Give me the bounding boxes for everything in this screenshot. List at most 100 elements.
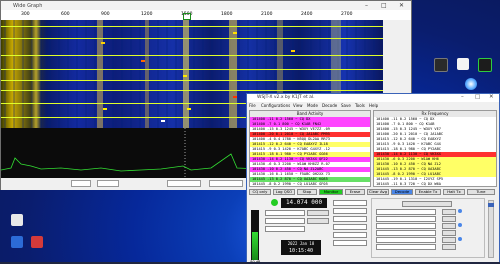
tx-indicator [458, 209, 462, 213]
tx6-field[interactable] [376, 244, 436, 250]
tx4-button[interactable] [442, 230, 456, 236]
signal-blip [187, 108, 191, 110]
tx3-field[interactable] [376, 223, 436, 229]
maximize-icon[interactable]: □ [381, 2, 387, 9]
minimize-icon[interactable]: – [365, 2, 368, 9]
tx-indicator [458, 223, 462, 227]
decode-list: 101400 -11 0.2 1560 ~ CQ DX 101400 -7 0.1… [374, 117, 496, 186]
lookup-button[interactable] [307, 210, 329, 216]
menu-help[interactable]: Help [369, 103, 378, 108]
maximize-icon[interactable]: □ [475, 94, 480, 100]
desktop-icon-7[interactable] [28, 236, 46, 248]
tx-freq-spinbox[interactable] [333, 208, 367, 214]
stop-button[interactable]: Stop [297, 189, 317, 195]
signal-trace [229, 20, 237, 128]
period-divider [1, 55, 383, 56]
menu-configurations[interactable]: Configurations [261, 103, 290, 108]
auto-seq-checkbox[interactable] [333, 240, 367, 246]
cq-only-button[interactable]: CQ only [249, 189, 271, 195]
dx-grid-input[interactable] [265, 226, 305, 232]
minimize-icon[interactable]: – [461, 94, 464, 100]
signal-blip [233, 96, 237, 98]
tx2-field[interactable] [376, 216, 436, 222]
desktop-icon-5[interactable] [8, 214, 26, 226]
tune-button[interactable]: Tune [467, 189, 495, 195]
tx5-button[interactable] [442, 237, 456, 243]
signal-blip [101, 42, 105, 44]
desktop-icon-2[interactable] [454, 58, 472, 70]
power-indicator [271, 199, 278, 206]
menu-save[interactable]: Save [341, 103, 351, 108]
window-titlebar: WSJT-X v2.x by K1JT et al. – □ ✕ [247, 94, 499, 102]
period-divider [1, 26, 383, 27]
decode-list: 101400 -11 0.2 1560 ~ CQ DX 101400 -7 0.1… [250, 117, 370, 186]
menu-decode[interactable]: Decode [322, 103, 337, 108]
rx-freq-spinbox[interactable] [333, 216, 367, 222]
clear-avg-button[interactable]: Clear Avg [367, 189, 389, 195]
slider-handle[interactable] [488, 203, 494, 207]
signal-blip [161, 120, 165, 122]
desktop-icon-4[interactable] [462, 78, 480, 90]
menu-view[interactable]: View [293, 103, 303, 108]
rx-marker [183, 13, 191, 20]
window-title: WSJT-X v2.x by K1JT et al. [257, 95, 315, 100]
tx-messages-panel [371, 198, 485, 258]
app-icon [478, 58, 492, 72]
signal-blip [183, 75, 187, 77]
tx1-field[interactable] [376, 209, 436, 215]
period-divider [1, 69, 383, 70]
report-spinbox[interactable] [333, 224, 367, 230]
signal-trace [183, 20, 189, 128]
bins-spinbox[interactable] [71, 180, 91, 187]
tx2-button[interactable] [442, 216, 456, 222]
tx4-field[interactable] [376, 230, 436, 236]
tx3-button[interactable] [442, 223, 456, 229]
menu-file[interactable]: File [249, 103, 256, 108]
spec-select[interactable] [209, 180, 243, 187]
add-button[interactable] [307, 218, 329, 224]
close-icon[interactable]: ✕ [489, 94, 494, 100]
mode-select[interactable] [265, 210, 305, 216]
palette-select[interactable] [167, 180, 201, 187]
pwr-slider[interactable] [488, 200, 494, 258]
tx1-button[interactable] [442, 209, 456, 215]
app-icon [434, 58, 448, 72]
signal-trace [97, 20, 103, 128]
tx6-button[interactable] [442, 244, 456, 250]
scale-label: 1800 [221, 12, 233, 17]
utc-date: 2022 Jan 18 [281, 240, 321, 247]
band-activity-panel[interactable]: Band Activity 101400 -11 0.2 1560 ~ CQ D… [249, 110, 371, 187]
desktop-icon-3[interactable] [476, 58, 494, 72]
desktop-icon-1[interactable] [432, 58, 450, 72]
dx-call-input[interactable] [265, 218, 305, 224]
decode-button[interactable]: Decode [391, 189, 413, 195]
monitor-button[interactable]: Monitor [319, 189, 343, 195]
scale-label: 2700 [341, 12, 353, 17]
tx5-field[interactable] [376, 237, 436, 243]
scale-label: 2100 [261, 12, 273, 17]
close-icon[interactable]: ✕ [399, 2, 404, 9]
hold-tx-checkbox[interactable] [333, 232, 367, 238]
period-divider [1, 80, 383, 81]
document-icon [457, 58, 469, 70]
halt-tx-button[interactable]: Halt Tx [443, 189, 465, 195]
signal-trace [145, 20, 149, 128]
rx-frequency-panel[interactable]: Rx Frequency 101400 -11 0.2 1560 ~ CQ DX… [373, 110, 497, 187]
meter-level [252, 232, 258, 260]
desktop-icon-6[interactable] [8, 236, 26, 248]
generate-msgs-button[interactable] [402, 201, 452, 207]
menu-tools[interactable]: Tools [355, 103, 365, 108]
app-icon [31, 236, 43, 248]
log-qso-button[interactable]: Log QSO [273, 189, 295, 195]
start-spinbox[interactable] [97, 180, 119, 187]
decode-row[interactable]: 101445 -11 0.3 720 ~ CQ DX W6A [374, 182, 496, 186]
menu-mode[interactable]: Mode [307, 103, 318, 108]
tx-even-checkbox[interactable] [333, 200, 367, 206]
period-divider [1, 38, 383, 39]
tx-indicator [458, 237, 462, 241]
scale-label: 300 [21, 12, 30, 17]
erase-button[interactable]: Erase [345, 189, 365, 195]
utc-clock: 10:15:40 [281, 247, 321, 255]
scale-label: 900 [101, 12, 110, 17]
enable-tx-button[interactable]: Enable Tx [415, 189, 441, 195]
